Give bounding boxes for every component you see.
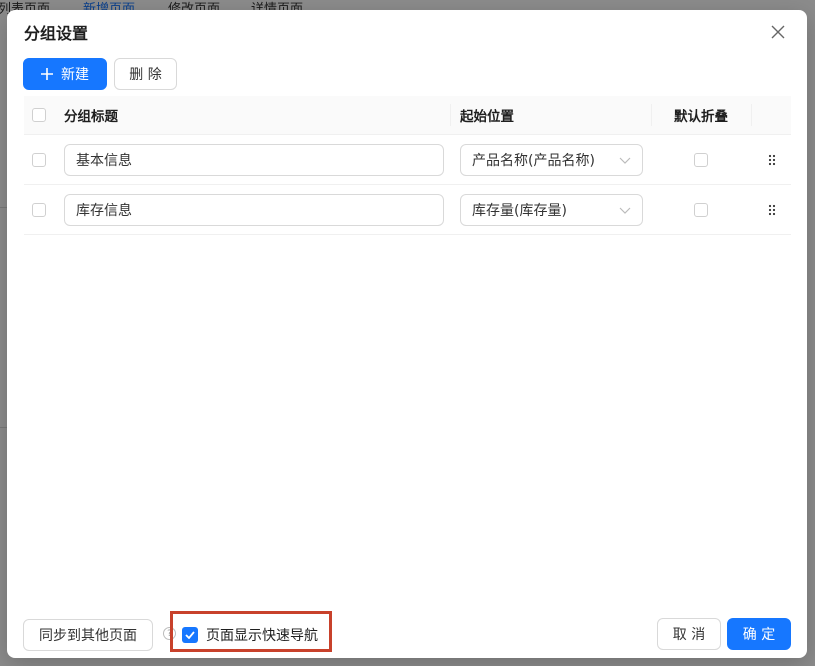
group-title-input[interactable]: 基本信息 bbox=[64, 143, 444, 176]
default-collapse-checkbox[interactable] bbox=[694, 202, 708, 217]
new-button-label: 新建 bbox=[61, 67, 89, 83]
drag-handle-icon[interactable] bbox=[767, 203, 777, 217]
start-position-value: 产品名称(产品名称) bbox=[472, 152, 595, 169]
group-table: 分组标题 起始位置 默认折叠 基本信息 产品名称(产品名称) 库存信息 库存量(… bbox=[24, 96, 791, 235]
row-checkbox[interactable] bbox=[32, 202, 46, 217]
header-start-position: 起始位置 bbox=[460, 109, 514, 125]
select-all-checkbox[interactable] bbox=[32, 108, 46, 122]
column-divider bbox=[751, 104, 752, 126]
cancel-button[interactable]: 取 消 bbox=[657, 618, 721, 650]
start-position-value: 库存量(库存量) bbox=[472, 202, 567, 219]
modal-title: 分组设置 bbox=[24, 24, 89, 43]
header-default-collapse: 默认折叠 bbox=[674, 109, 728, 125]
help-icon[interactable]: ? bbox=[163, 627, 176, 640]
default-collapse-checkbox[interactable] bbox=[694, 152, 708, 167]
delete-button-label: 删 除 bbox=[129, 67, 162, 83]
quick-nav-label: 页面显示快速导航 bbox=[206, 628, 318, 644]
group-settings-modal: 分组设置 新建 删 除 分组标题 起始位置 默认折叠 基本信息 产品名称(产品名… bbox=[7, 10, 807, 658]
header-title: 分组标题 bbox=[64, 109, 118, 125]
column-divider bbox=[450, 104, 451, 126]
row-checkbox[interactable] bbox=[32, 152, 46, 167]
new-group-button[interactable]: 新建 bbox=[23, 58, 107, 90]
ok-button-label: 确 定 bbox=[742, 627, 776, 643]
sync-button-label: 同步到其他页面 bbox=[39, 628, 137, 644]
delete-button[interactable]: 删 除 bbox=[114, 58, 177, 90]
close-icon bbox=[771, 25, 785, 39]
table-header: 分组标题 起始位置 默认折叠 bbox=[24, 96, 791, 135]
cancel-button-label: 取 消 bbox=[672, 627, 706, 643]
quick-nav-checkbox[interactable]: 页面显示快速导航 bbox=[182, 625, 318, 645]
drag-handle-icon[interactable] bbox=[767, 153, 777, 167]
table-row: 库存信息 库存量(库存量) bbox=[24, 185, 791, 235]
start-position-select[interactable]: 库存量(库存量) bbox=[460, 193, 643, 226]
start-position-select[interactable]: 产品名称(产品名称) bbox=[460, 143, 643, 176]
ok-button[interactable]: 确 定 bbox=[727, 618, 791, 650]
group-title-input[interactable]: 库存信息 bbox=[64, 193, 444, 226]
close-button[interactable] bbox=[767, 21, 789, 43]
plus-icon bbox=[41, 68, 53, 80]
chevron-down-icon bbox=[619, 204, 631, 216]
sync-to-other-pages-button[interactable]: 同步到其他页面 bbox=[23, 619, 153, 651]
checkbox-checked-icon bbox=[182, 627, 198, 643]
table-row: 基本信息 产品名称(产品名称) bbox=[24, 135, 791, 185]
chevron-down-icon bbox=[619, 154, 631, 166]
